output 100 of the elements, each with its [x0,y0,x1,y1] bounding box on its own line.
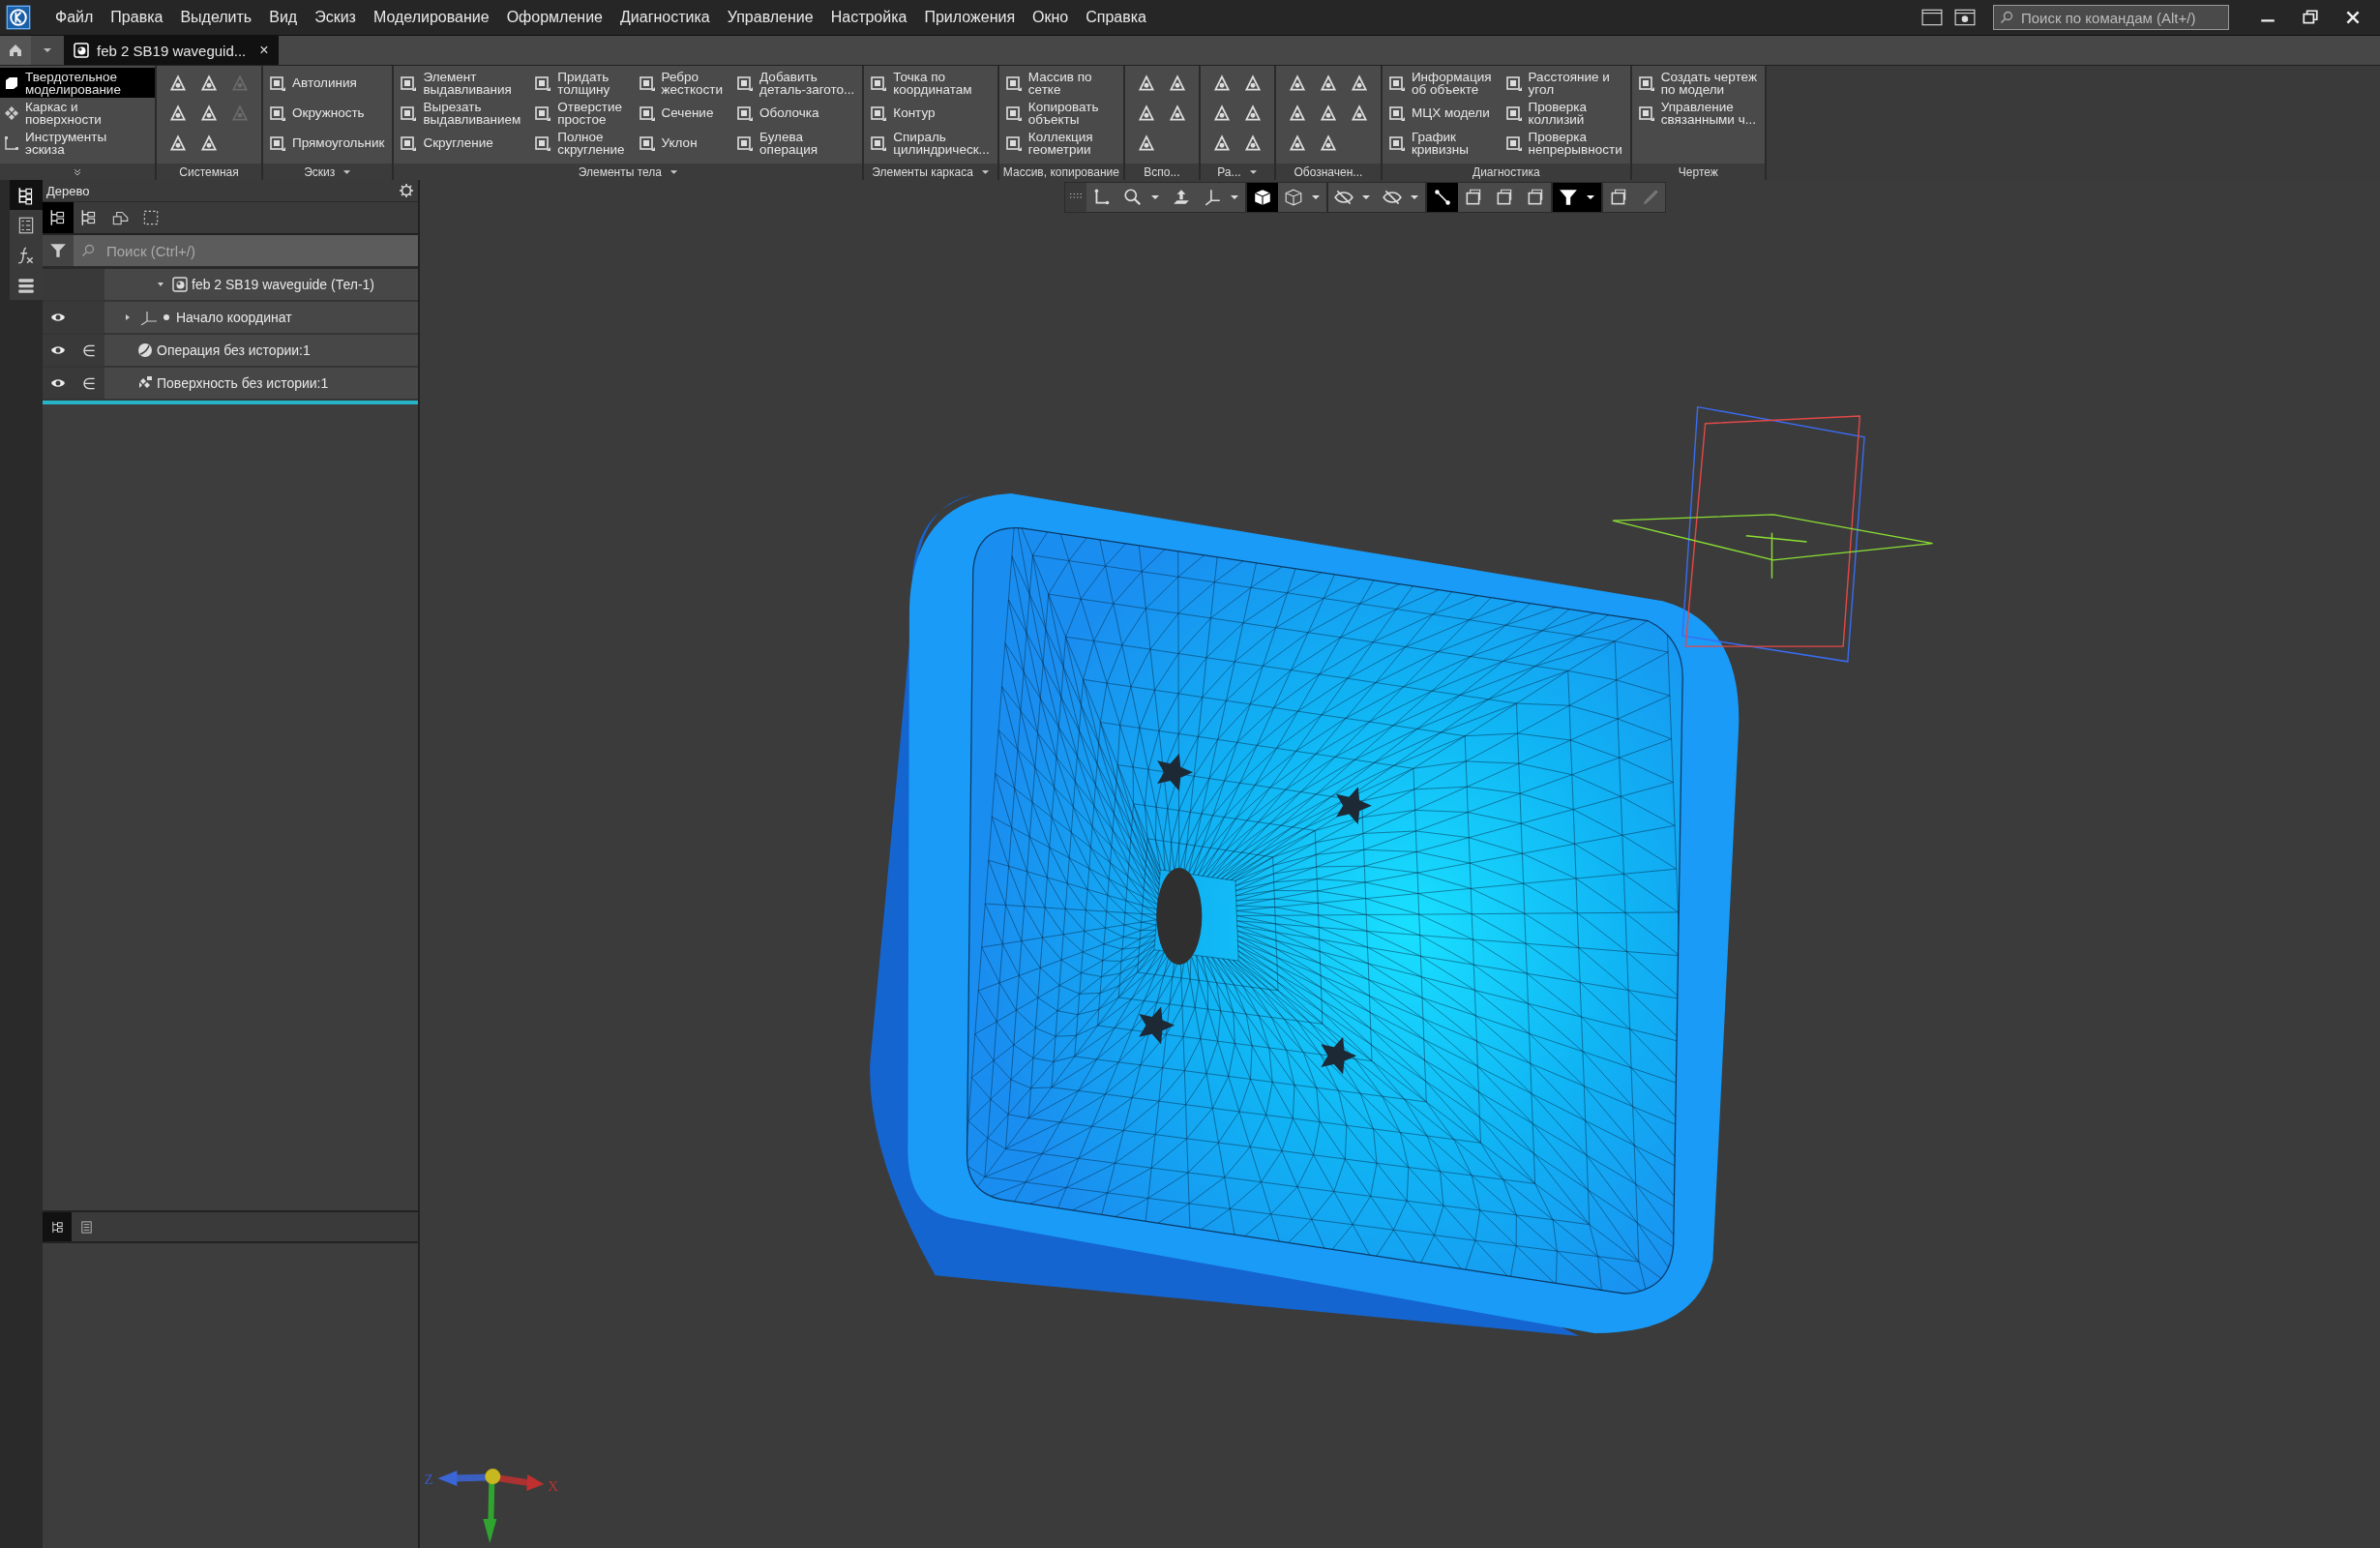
tool-icon[interactable] [1211,133,1232,153]
grip-icon[interactable] [1065,183,1086,212]
tool-icon[interactable] [1318,103,1338,123]
tool-icon[interactable] [1242,103,1263,123]
ribbon-command[interactable]: График кривизны [1387,128,1492,158]
ribbon-command[interactable]: Информация об объекте [1387,68,1492,98]
expanded-arrow-icon[interactable] [157,281,164,288]
tool-icon[interactable] [1136,133,1156,153]
restore-icon[interactable] [2302,9,2319,26]
menu-item[interactable]: Моделирование [364,9,498,26]
mode-tab[interactable]: Инструменты эскиза [0,128,155,158]
ribbon-command[interactable]: Проверка коллизий [1504,98,1622,128]
ribbon-command[interactable]: Булева операция [736,128,855,158]
tree-item[interactable]: Начало координат [176,310,292,325]
eye-icon[interactable] [50,313,66,322]
caret-icon[interactable] [1586,194,1595,200]
menu-item[interactable]: Оформление [497,9,611,26]
tool-icon[interactable] [199,73,219,93]
tool-icon[interactable] [1242,73,1263,93]
document-tab[interactable]: feb 2 SB19 waveguid... × [64,36,279,65]
mode-tab[interactable]: Каркас и поверхности [0,98,155,128]
caret-icon[interactable] [1311,194,1321,200]
ribbon-command[interactable]: МЦХ модели [1387,98,1492,128]
ribbon-command[interactable]: Придать толщину [534,68,625,98]
caret-icon[interactable] [1150,194,1160,200]
mode-tab[interactable]: Твердотельное моделирование [0,68,155,98]
menu-item[interactable]: Справка [1077,9,1155,26]
ribbon-command[interactable]: Проверка непрерывности [1504,128,1622,158]
side-panel-tab[interactable] [10,210,43,240]
view-button[interactable] [1553,183,1601,212]
menu-item[interactable]: Правка [102,9,172,26]
ribbon-command[interactable]: Ребро жесткости [638,68,724,98]
caret-icon[interactable] [1230,194,1239,200]
ribbon-command[interactable]: Вырезать выдавливанием [400,98,521,128]
tool-icon[interactable] [1136,103,1156,123]
caret-icon[interactable] [342,168,352,175]
ribbon-command[interactable]: Элемент выдавливания [400,68,521,98]
view-button[interactable] [1247,183,1278,212]
tree-view-button[interactable] [43,202,74,233]
tool-icon[interactable] [1242,133,1263,153]
caret-icon[interactable] [669,168,678,175]
tool-icon[interactable] [1211,103,1232,123]
tool-icon[interactable] [168,103,188,123]
ribbon-command[interactable]: Отверстие простое [534,98,625,128]
caret-icon[interactable] [980,168,990,175]
tool-icon[interactable] [1349,73,1369,93]
ribbon-command[interactable]: Массив по сетке [1004,68,1116,98]
tool-icon[interactable] [1287,73,1307,93]
tool-icon[interactable] [199,103,219,123]
command-search-field[interactable]: Поиск по командам (Alt+/) [1993,5,2229,30]
caret-icon[interactable] [1361,194,1371,200]
ribbon-command[interactable]: Уклон [638,128,724,158]
tool-icon[interactable] [199,133,219,153]
caret-icon[interactable] [1248,168,1258,175]
ribbon-command[interactable]: Создать чертеж по модели [1637,68,1757,98]
ribbon-command[interactable]: Коллекция геометрии [1004,128,1116,158]
tool-icon[interactable] [1136,73,1156,93]
menu-item[interactable]: Эскиз [306,9,365,26]
tool-icon[interactable] [1211,73,1232,93]
close-icon[interactable] [2344,9,2362,26]
ribbon-command[interactable]: Расстояние и угол [1504,68,1622,98]
menu-item[interactable]: Выделить [171,9,261,26]
menu-item[interactable]: Приложения [915,9,1025,26]
tool-icon[interactable] [1287,103,1307,123]
menu-item[interactable]: Вид [260,9,307,26]
ribbon-command[interactable]: Оболочка [736,98,855,128]
ribbon-command[interactable]: Контур [870,98,990,128]
panel-tab[interactable] [43,1212,72,1241]
eye-icon[interactable] [50,378,66,388]
ribbon-command[interactable]: Управление связанными ч... [1637,98,1757,128]
window-layout-icon[interactable] [1921,9,1943,26]
menu-item[interactable]: Настройка [821,9,916,26]
tool-icon[interactable] [1349,103,1369,123]
ribbon-command[interactable]: Копировать объекты [1004,98,1116,128]
settings-icon[interactable] [1954,9,1976,26]
menu-item[interactable]: Окно [1024,9,1078,26]
menu-item[interactable]: Файл [46,9,103,26]
ribbon-command[interactable]: Окружность [269,98,385,128]
caret-icon[interactable] [1410,194,1419,200]
eye-icon[interactable] [50,345,66,355]
tool-icon[interactable] [1167,103,1187,123]
tool-icon[interactable] [168,73,188,93]
tool-icon[interactable] [168,133,188,153]
side-panel-tab[interactable] [10,180,43,210]
ribbon-command[interactable]: Прямоугольник [269,128,385,158]
settings-icon[interactable] [399,183,414,198]
ribbon-command[interactable]: Спираль цилиндрическ... [870,128,990,158]
tool-icon[interactable] [1287,133,1307,153]
ribbon-command[interactable]: Скругление [400,128,521,158]
ribbon-command[interactable]: Автолиния [269,68,385,98]
menu-item[interactable]: Диагностика [610,9,719,26]
view-button[interactable] [1427,183,1458,212]
tool-icon[interactable] [1318,73,1338,93]
ribbon-command[interactable]: Добавить деталь-загото... [736,68,855,98]
ribbon-command[interactable]: Полное скругление [534,128,625,158]
tool-icon[interactable] [1318,133,1338,153]
ribbon-command[interactable]: Сечение [638,98,724,128]
close-tab-button[interactable]: × [259,42,269,59]
ribbon-command[interactable]: Точка по координатам [870,68,990,98]
tool-icon[interactable] [1167,73,1187,93]
